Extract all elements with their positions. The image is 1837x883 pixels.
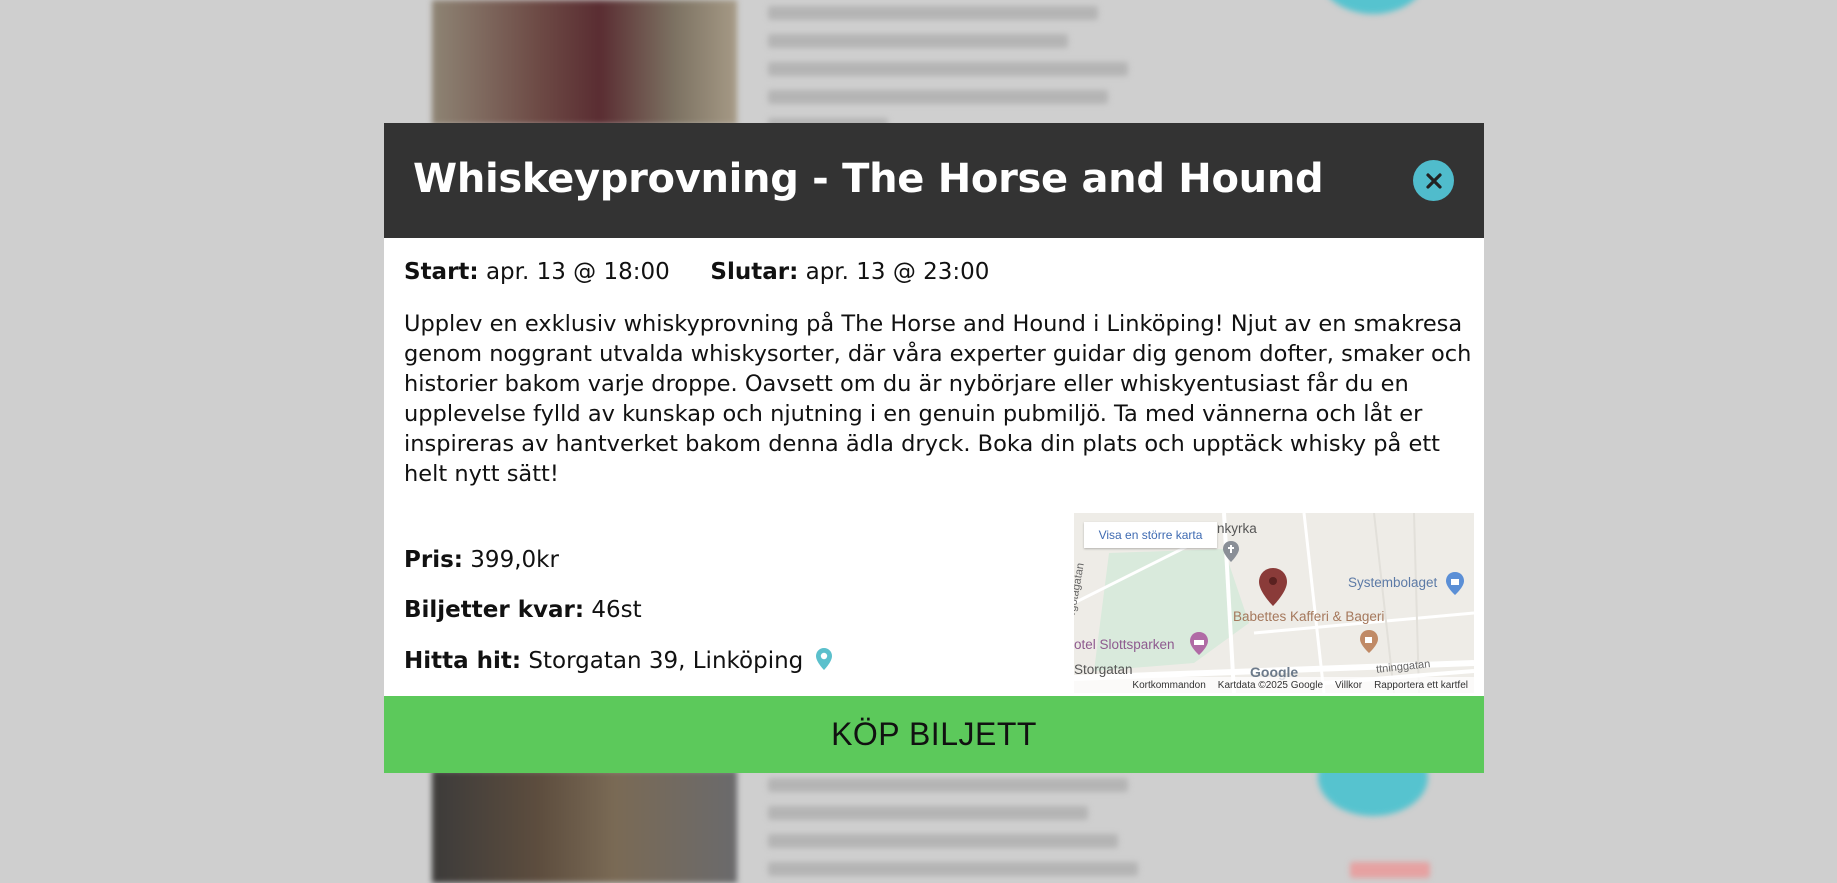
background-event-image: [432, 770, 737, 883]
end-label: Slutar:: [710, 259, 799, 285]
address-row: Hitta hit: Storgatan 39, Linköping: [404, 647, 833, 674]
map-label-systembolaget: Systembolaget: [1348, 575, 1438, 590]
map-label-church: nkyrka: [1217, 521, 1257, 536]
cafe-marker-icon: [1360, 630, 1378, 653]
map-label-storgatan: Storgatan: [1074, 662, 1133, 677]
map-label-cafe: Babettes Kafferi & Bageri: [1233, 609, 1385, 624]
embedded-map[interactable]: Visa en större karta nkyrka Systembolage…: [1074, 513, 1474, 693]
location-pin-icon[interactable]: [815, 647, 833, 671]
hotel-marker-icon: [1190, 632, 1208, 655]
map-data-attribution: Kartdata ©2025 Google: [1217, 679, 1324, 691]
address-label: Hitta hit:: [404, 648, 522, 674]
modal-header: Whiskeyprovning - The Horse and Hound: [384, 123, 1484, 238]
close-button[interactable]: [1413, 160, 1454, 201]
price-label: Pris:: [404, 547, 463, 573]
price-value: 399,0kr: [470, 547, 559, 573]
map-marker-icon[interactable]: [1258, 567, 1288, 607]
background-tag: [1350, 862, 1430, 878]
church-marker-icon: [1223, 541, 1239, 562]
buy-ticket-button[interactable]: KÖP BILJETT: [384, 696, 1484, 773]
event-modal: Whiskeyprovning - The Horse and Hound St…: [384, 123, 1484, 773]
price-row: Pris: 399,0kr: [404, 547, 559, 573]
end-value: apr. 13 @ 23:00: [805, 259, 990, 285]
tickets-row: Biljetter kvar: 46st: [404, 597, 642, 623]
map-footer: Kortkommandon Kartdata ©2025 Google Vill…: [1074, 677, 1474, 693]
start-value: apr. 13 @ 18:00: [485, 259, 670, 285]
larger-map-link[interactable]: Visa en större karta: [1084, 522, 1217, 548]
map-shortcuts-link[interactable]: Kortkommandon: [1132, 680, 1205, 691]
tickets-value: 46st: [591, 597, 642, 623]
map-report-link[interactable]: Rapportera ett kartfel: [1374, 680, 1468, 691]
close-icon: [1425, 172, 1442, 189]
shop-marker-icon: [1446, 572, 1464, 595]
tickets-label: Biljetter kvar:: [404, 597, 585, 623]
background-text: [768, 778, 1138, 883]
background-badge: [1318, 0, 1428, 14]
event-times: Start: apr. 13 @ 18:00 Slutar: apr. 13 @…: [404, 259, 989, 285]
background-event-image: [432, 0, 737, 125]
map-terms-link[interactable]: Villkor: [1335, 680, 1362, 691]
event-description: Upplev en exklusiv whiskyprovning på The…: [404, 311, 1472, 487]
event-title: Whiskeyprovning - The Horse and Hound: [413, 156, 1324, 202]
map-label-hotel: otel Slottsparken: [1074, 637, 1175, 652]
address-value: Storgatan 39, Linköping: [528, 648, 804, 674]
start-label: Start:: [404, 259, 479, 285]
